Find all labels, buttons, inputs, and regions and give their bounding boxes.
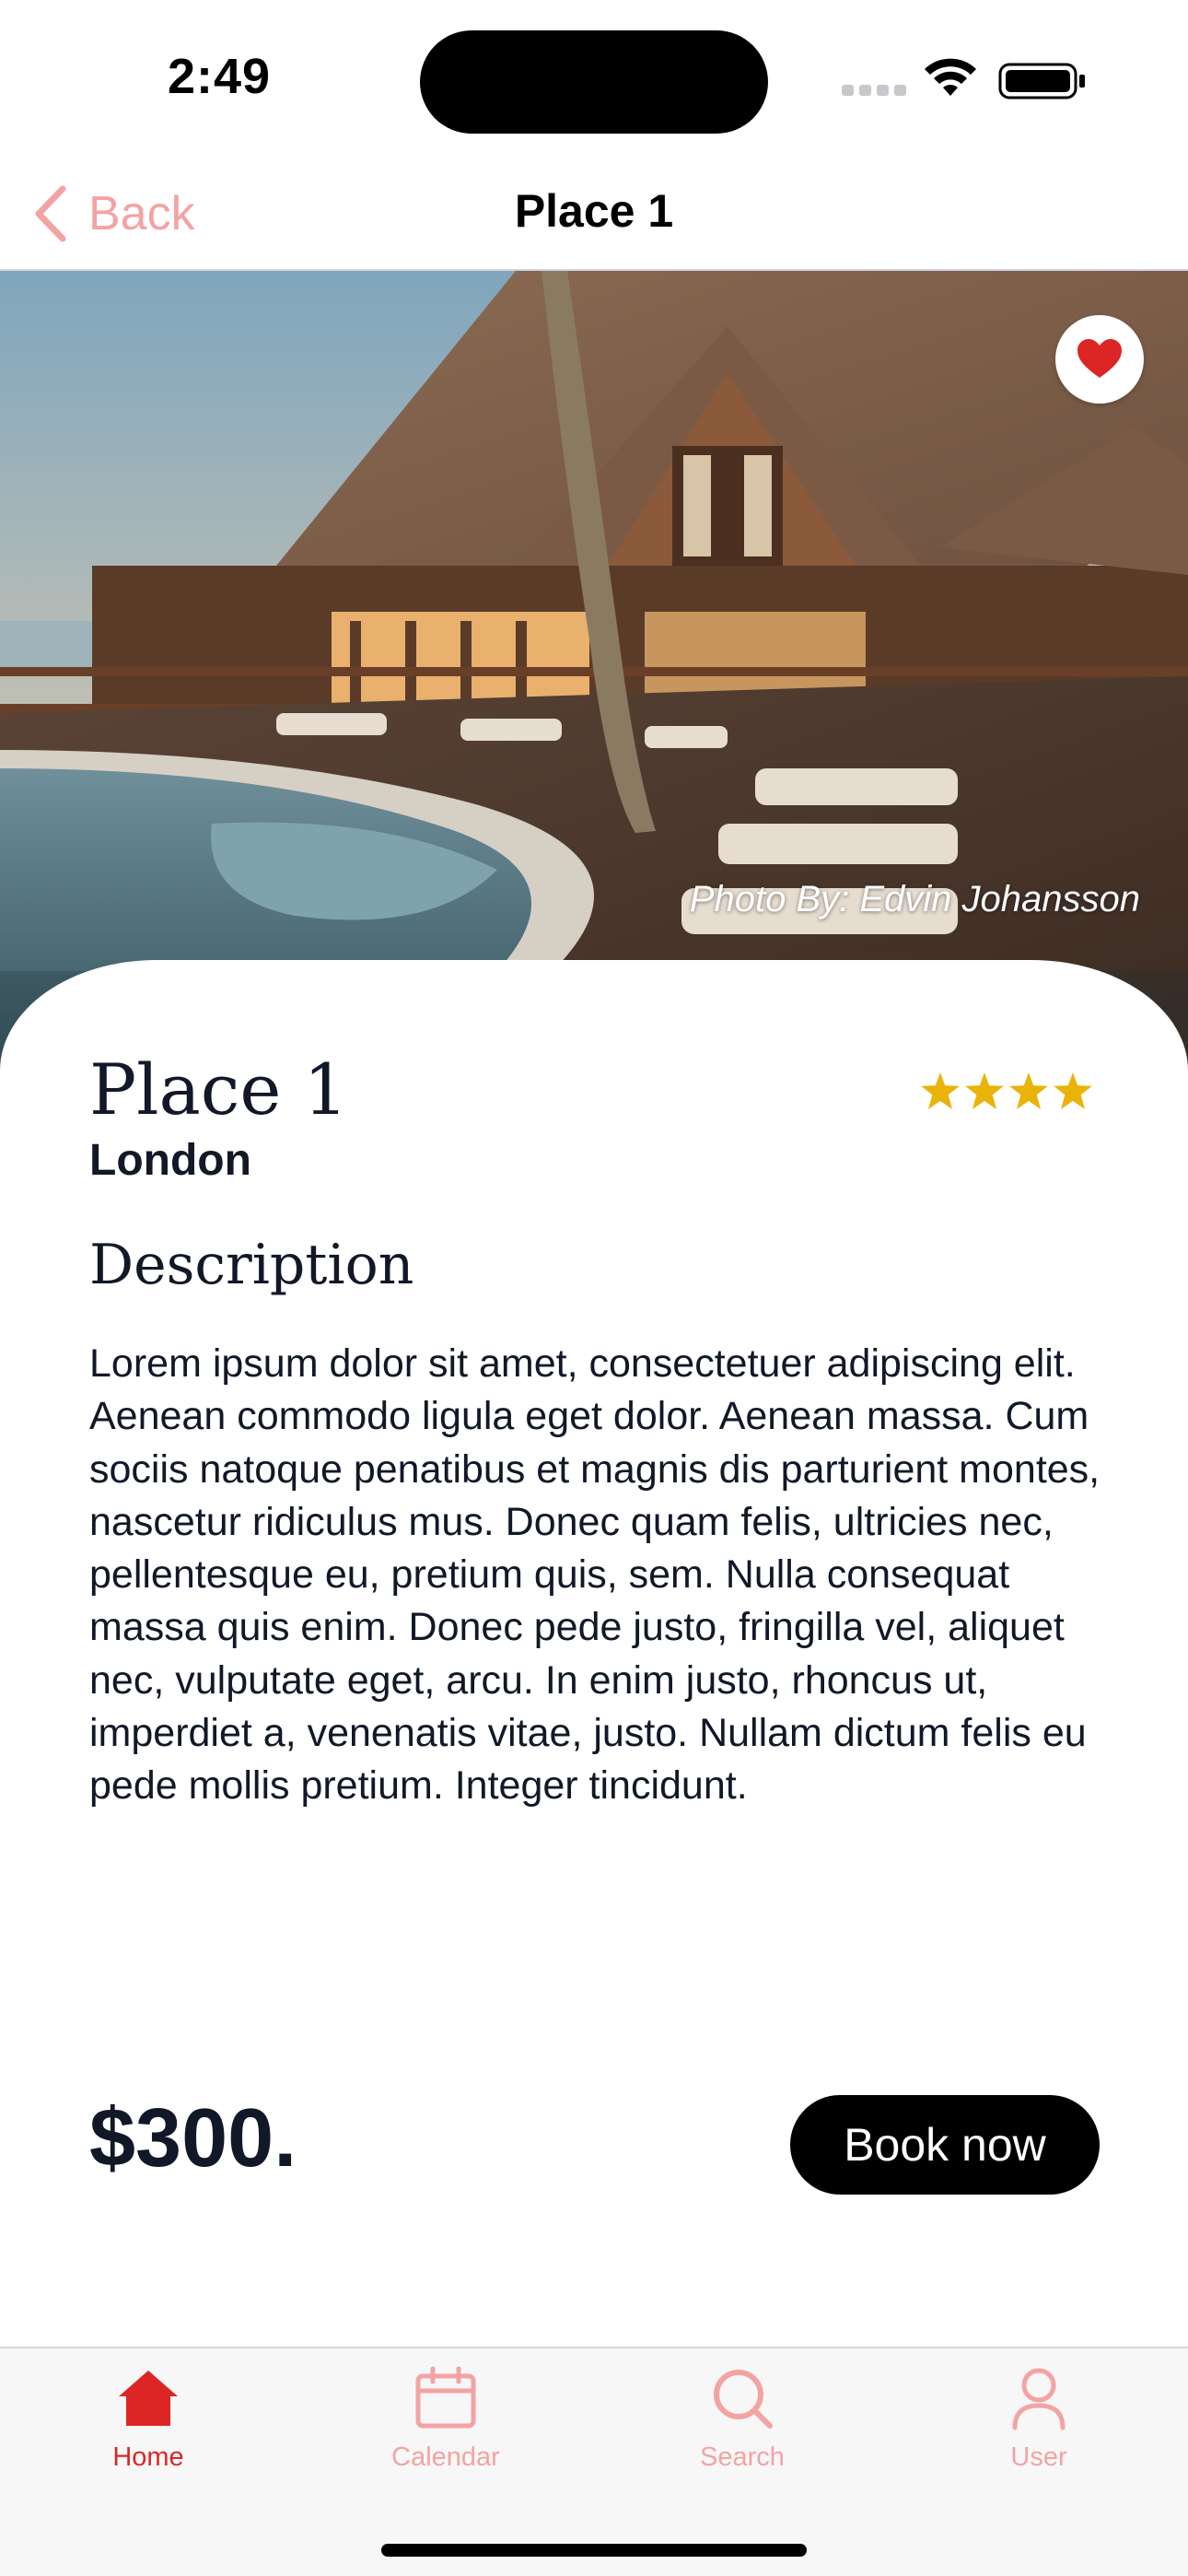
tab-search[interactable]: Search <box>650 2365 834 2494</box>
navigation-bar: Back Place 1 <box>0 157 1188 271</box>
status-time: 2:49 <box>168 49 272 104</box>
heart-icon <box>1077 339 1122 378</box>
star-icon <box>965 1072 1004 1109</box>
status-bar: 2:49 <box>0 0 1188 157</box>
home-icon <box>119 2371 178 2426</box>
star-icon <box>921 1072 960 1109</box>
book-now-button[interactable]: Book now <box>790 2095 1100 2195</box>
user-icon <box>1012 2368 1066 2430</box>
tab-bar: Home Calendar Search User <box>0 2347 1188 2576</box>
tab-label: User <box>1010 2442 1067 2472</box>
tab-home[interactable]: Home <box>56 2365 240 2494</box>
calendar-icon <box>415 2366 476 2429</box>
tab-calendar[interactable]: Calendar <box>354 2365 538 2494</box>
tab-user[interactable]: User <box>947 2365 1131 2494</box>
wifi-icon <box>925 58 976 96</box>
tab-label: Home <box>112 2442 184 2472</box>
place-details-card: Place 1 London Description Lorem ipsum d… <box>0 960 1188 2347</box>
star-icon <box>1009 1072 1048 1109</box>
tab-label: Calendar <box>391 2442 500 2472</box>
star-rating <box>921 1072 1092 1109</box>
place-title: Place 1 <box>89 1048 348 1130</box>
search-icon <box>714 2370 773 2429</box>
description-text: Lorem ipsum dolor sit amet, consectetuer… <box>89 1341 1101 1809</box>
place-city: London <box>89 1136 251 1185</box>
photo-credit: Photo By: Edvin Johansson <box>689 879 1140 919</box>
description-heading: Description <box>89 1233 414 1297</box>
nav-title: Place 1 <box>514 185 674 237</box>
favorite-button[interactable] <box>1055 315 1144 404</box>
price: $300. <box>89 2092 297 2184</box>
cellular-signal-icon <box>842 85 906 98</box>
home-indicator <box>381 2544 807 2557</box>
battery-icon <box>998 63 1085 100</box>
star-icon <box>1054 1072 1092 1109</box>
tab-label: Search <box>700 2442 785 2472</box>
dynamic-island <box>420 30 768 134</box>
